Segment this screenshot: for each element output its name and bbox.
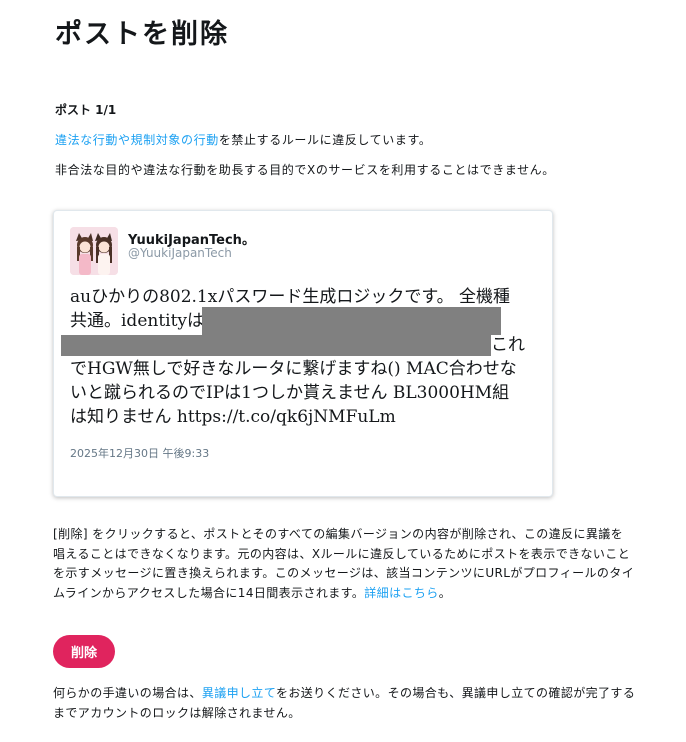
appeal-info: 何らかの手違いの場合は、異議申し立てをお送りください。その場合も、異議申し立ての… bbox=[53, 684, 643, 723]
violation-policy-link[interactable]: 違法な行動や規制対象の行動 bbox=[55, 133, 219, 147]
violation-suffix: を禁止するルールに違反しています。 bbox=[218, 133, 432, 147]
delete-info: [削除] をクリックすると、ポストとそのすべての編集バージョンの内容が削除され、… bbox=[53, 525, 635, 603]
delete-button[interactable]: 削除 bbox=[53, 635, 115, 668]
tweet-card: YuukiJapanTech。 @YuukiJapanTech auひかりの80… bbox=[53, 210, 553, 497]
page-title: ポストを削除 bbox=[55, 19, 229, 50]
appeal-info-prefix: 何らかの手違いの場合は、 bbox=[53, 686, 202, 700]
avatar bbox=[70, 227, 118, 275]
tweet-text-line: いと蹴られるのでIPは1つしか貰えません BL3000HM組 bbox=[70, 383, 510, 403]
tweet-date: 2025年12月30日 午後9:33 bbox=[70, 447, 210, 460]
violation-statement: 違法な行動や規制対象の行動を禁止するルールに違反しています。 bbox=[55, 131, 431, 148]
tweet-text-fragment: これ bbox=[491, 335, 525, 355]
tweet-text-line: auひかりの802.1xパスワード生成ロジックです。 全機種 bbox=[70, 287, 511, 307]
policy-text: 非合法な目的や違法な行動を助長する目的でXのサービスを利用することはできません。 bbox=[55, 163, 555, 177]
redaction-block bbox=[202, 307, 501, 335]
tweet-text-line: でHGW無しで好きなルータに繋げますね() MAC合わせな bbox=[70, 359, 517, 379]
tweet-text-line: は知りません https://t.co/qk6jNMFuLm bbox=[70, 407, 396, 427]
delete-info-text: [削除] をクリックすると、ポストとそのすべての編集バージョンの内容が削除され、… bbox=[53, 527, 635, 600]
post-count: ポスト 1/1 bbox=[55, 103, 117, 117]
appeal-link[interactable]: 異議申し立て bbox=[202, 686, 276, 700]
details-link[interactable]: 詳細はこちら bbox=[364, 586, 438, 600]
tweet-author-handle[interactable]: @YuukiJapanTech bbox=[128, 246, 232, 260]
redaction-block bbox=[61, 335, 491, 356]
delete-info-suffix: 。 bbox=[438, 585, 452, 600]
avatar-illustration bbox=[70, 227, 118, 275]
